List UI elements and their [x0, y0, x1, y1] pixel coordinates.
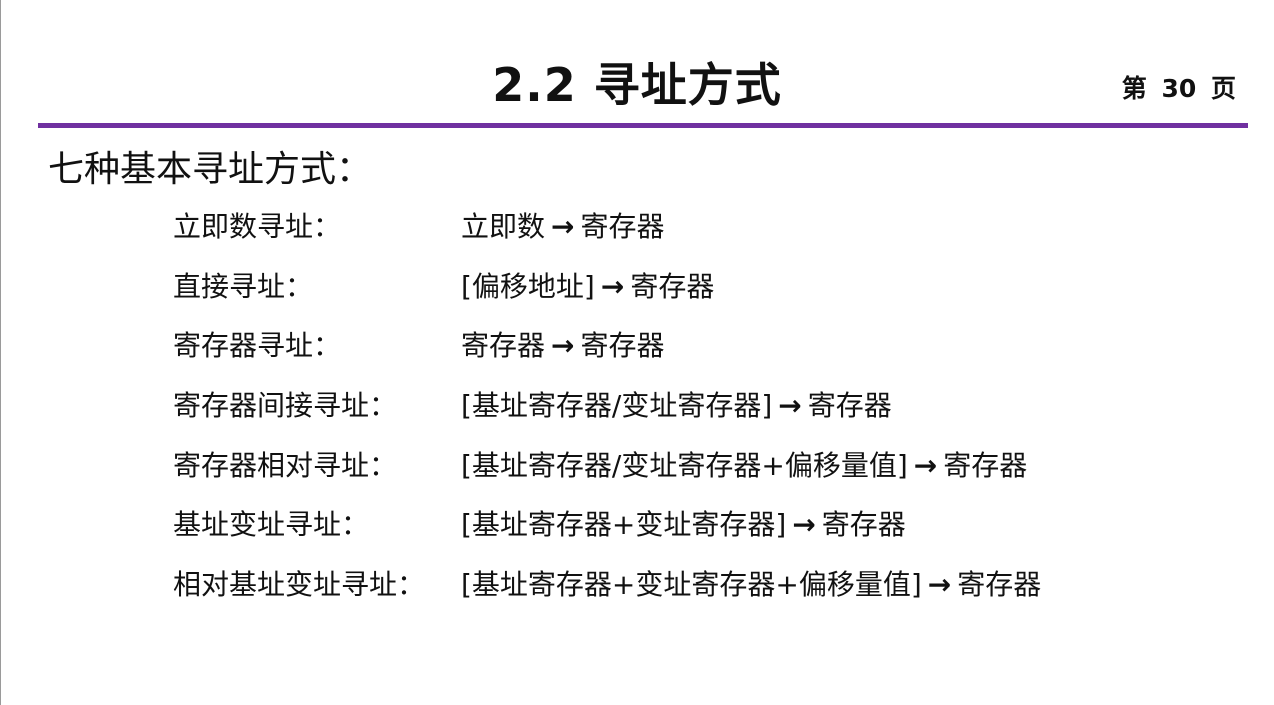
- addressing-mode-list: 立即数寻址： 立即数 → 寄存器 直接寻址： [偏移地址] → 寄存器 寄存器寻址： 寄…: [173, 204, 1233, 622]
- mode-name: 寄存器间接寻址：: [173, 389, 398, 423]
- mode-flow: [基址寄存器/变址寄存器+偏移量值] → 寄存器: [461, 443, 1027, 489]
- mode-target: 寄存器: [821, 508, 906, 542]
- list-item: 相对基址变址寻址： [基址寄存器+变址寄存器+偏移量值] → 寄存器: [173, 562, 1233, 622]
- mode-target: 寄存器: [580, 329, 665, 363]
- title-divider: [38, 123, 1248, 128]
- mode-flow: 寄存器 → 寄存器: [461, 323, 665, 369]
- mode-flow: [基址寄存器+变址寄存器] → 寄存器: [461, 502, 906, 548]
- mode-target: 寄存器: [943, 448, 1028, 482]
- mode-flow: [基址寄存器/变址寄存器] → 寄存器: [461, 383, 892, 429]
- mode-name: 直接寻址：: [173, 269, 314, 303]
- mode-name: 寄存器寻址：: [173, 329, 342, 363]
- mode-target: 寄存器: [807, 389, 892, 423]
- list-item: 立即数寻址： 立即数 → 寄存器: [173, 204, 1233, 264]
- section-heading: 七种基本寻址方式：: [48, 149, 373, 190]
- mode-name: 基址变址寻址：: [173, 508, 370, 542]
- right-arrow-icon: →: [778, 389, 802, 423]
- slide: 2.2 寻址方式 第 30 页 七种基本寻址方式： 立即数寻址： 立即数 → 寄存器…: [0, 0, 1274, 705]
- mode-target: 寄存器: [630, 269, 715, 303]
- mode-source: [基址寄存器/变址寄存器+偏移量值]: [461, 448, 908, 482]
- mode-flow: [偏移地址] → 寄存器: [461, 264, 714, 310]
- mode-name: 相对基址变址寻址：: [173, 568, 426, 602]
- right-arrow-icon: →: [927, 568, 952, 602]
- right-arrow-icon: →: [913, 448, 938, 482]
- mode-source: [基址寄存器+变址寄存器+偏移量值]: [461, 568, 922, 602]
- mode-source: 立即数: [461, 210, 546, 243]
- right-arrow-icon: →: [551, 210, 575, 243]
- mode-name: 立即数寻址：: [173, 210, 342, 243]
- mode-source: [基址寄存器+变址寄存器]: [461, 508, 787, 542]
- right-arrow-icon: →: [792, 508, 816, 542]
- list-item: 基址变址寻址： [基址寄存器+变址寄存器] → 寄存器: [173, 502, 1233, 562]
- list-item: 直接寻址： [偏移地址] → 寄存器: [173, 264, 1233, 324]
- mode-flow: 立即数 → 寄存器: [461, 204, 665, 250]
- mode-target: 寄存器: [957, 568, 1042, 602]
- mode-source: [偏移地址]: [461, 269, 595, 303]
- slide-title: 2.2 寻址方式: [492, 58, 782, 112]
- mode-target: 寄存器: [580, 210, 665, 243]
- right-arrow-icon: →: [600, 269, 625, 303]
- mode-name: 寄存器相对寻址：: [173, 448, 398, 482]
- list-item: 寄存器寻址： 寄存器 → 寄存器: [173, 323, 1233, 383]
- mode-source: 寄存器: [461, 329, 546, 363]
- page-number: 第 30 页: [1121, 74, 1236, 103]
- list-item: 寄存器间接寻址： [基址寄存器/变址寄存器] → 寄存器: [173, 383, 1233, 443]
- mode-flow: [基址寄存器+变址寄存器+偏移量值] → 寄存器: [461, 562, 1041, 608]
- mode-source: [基址寄存器/变址寄存器]: [461, 389, 773, 423]
- right-arrow-icon: →: [551, 329, 575, 363]
- list-item: 寄存器相对寻址： [基址寄存器/变址寄存器+偏移量值] → 寄存器: [173, 443, 1233, 503]
